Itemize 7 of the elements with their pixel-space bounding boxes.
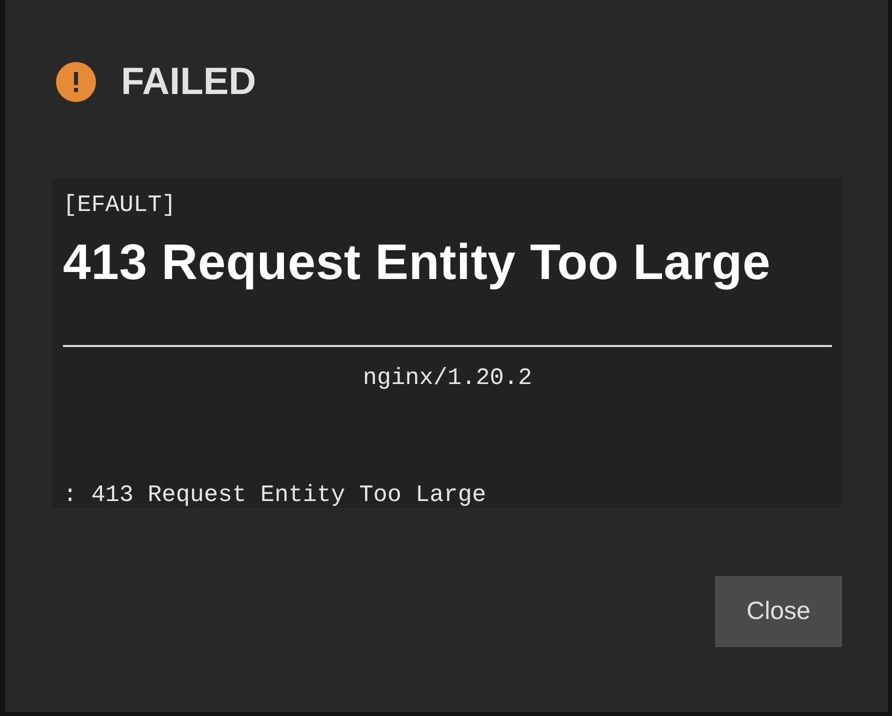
error-message: : 413 Request Entity Too Large: [63, 482, 488, 509]
dialog-title: FAILED: [121, 60, 256, 104]
warning-icon: [56, 62, 96, 102]
error-heading: 413 Request Entity Too Large: [63, 233, 772, 291]
close-button[interactable]: Close: [715, 576, 842, 647]
error-code: [EFAULT]: [63, 192, 177, 219]
server-version: nginx/1.20.2: [362, 365, 532, 392]
